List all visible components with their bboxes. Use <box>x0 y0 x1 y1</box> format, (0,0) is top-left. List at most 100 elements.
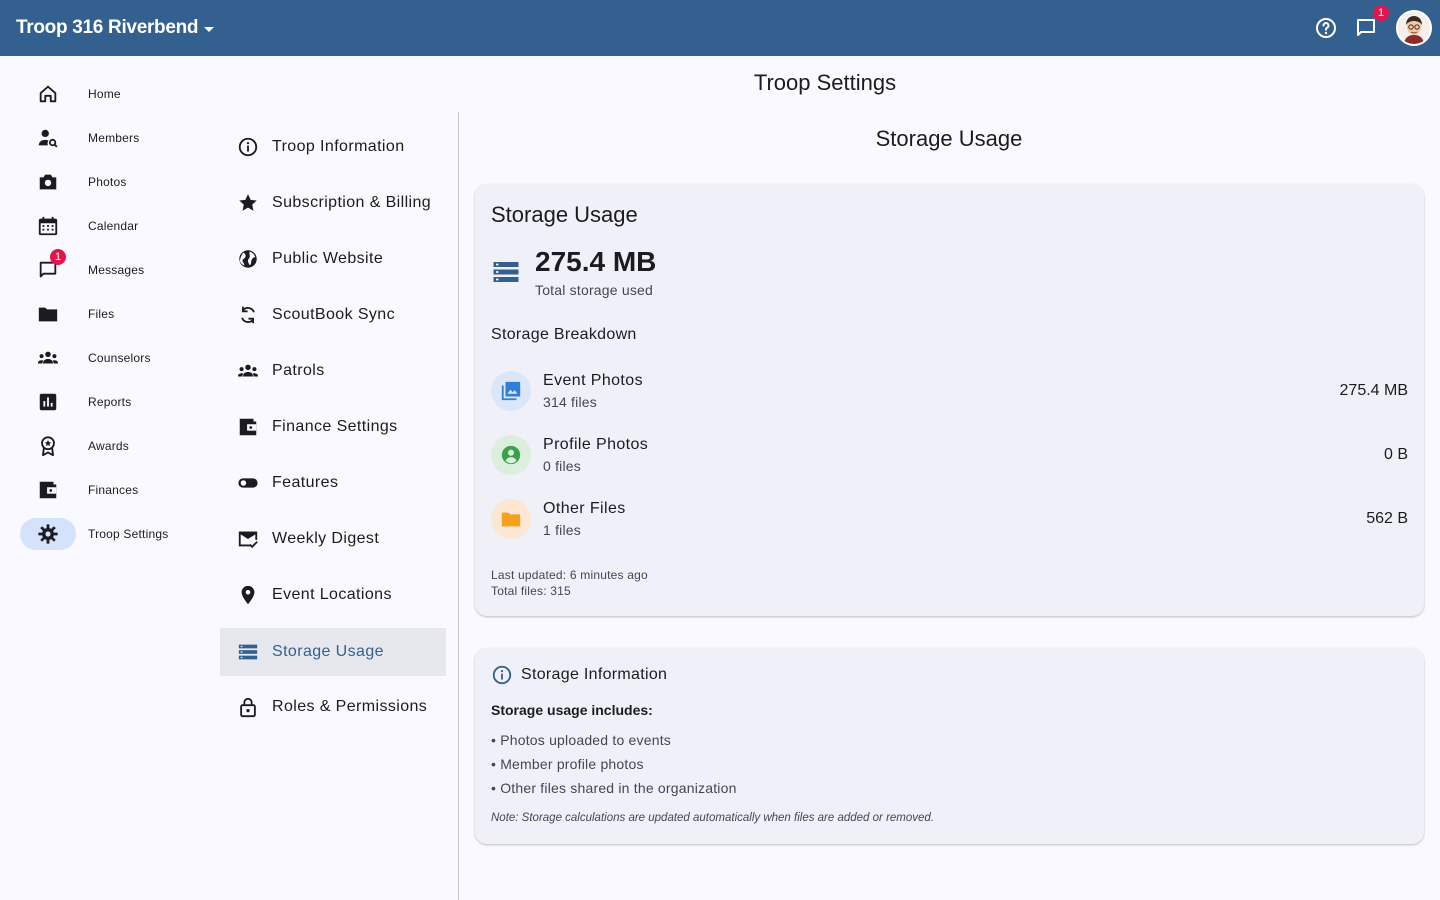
location-pin-icon <box>241 585 255 605</box>
rail-item-home[interactable]: Home <box>20 78 210 110</box>
submenu-label: Storage Usage <box>272 643 384 660</box>
info-title: Storage Information <box>521 666 668 683</box>
submenu-label: Weekly Digest <box>272 530 380 547</box>
submenu-item-finance-settings[interactable]: Finance Settings <box>220 403 446 451</box>
breakdown-size: 275.4 MB <box>1339 382 1408 399</box>
breakdown-row-profile-photos: Profile Photos 0 files 0 B <box>491 431 1408 479</box>
info-note: Note: Storage calculations are updated a… <box>491 812 935 824</box>
info-bullet: • Member profile photos <box>491 756 644 772</box>
rail-label: Awards <box>88 439 129 453</box>
submenu-item-event-locations[interactable]: Event Locations <box>220 571 446 619</box>
storage-information-card: Storage Information Storage usage includ… <box>475 648 1424 844</box>
help-icon <box>1316 18 1336 38</box>
rail-label: Members <box>88 131 140 145</box>
folder-icon <box>501 512 521 527</box>
bar-chart-icon <box>39 393 57 411</box>
storage-icon <box>493 262 519 282</box>
total-files: Total files: 315 <box>491 584 571 598</box>
rail-label: Calendar <box>88 219 139 233</box>
rail-item-files[interactable]: Files <box>20 298 210 330</box>
globe-icon <box>239 250 257 268</box>
submenu-item-public-website[interactable]: Public Website <box>220 235 446 283</box>
rail-label: Home <box>88 87 121 101</box>
submenu-item-features[interactable]: Features <box>220 459 446 507</box>
submenu-item-roles-permissions[interactable]: Roles & Permissions <box>220 683 446 731</box>
account-circle-icon <box>501 445 521 465</box>
rail-item-reports[interactable]: Reports <box>20 386 210 418</box>
submenu-label: Patrols <box>272 362 325 379</box>
submenu-label: Public Website <box>272 250 384 267</box>
breakdown-name: Other Files <box>543 500 626 517</box>
info-icon <box>238 137 258 157</box>
submenu-label: Finance Settings <box>272 418 398 435</box>
sync-icon <box>241 306 255 324</box>
rail-item-counselors[interactable]: Counselors <box>20 342 210 374</box>
rail-label: Photos <box>88 175 127 189</box>
breakdown-size: 0 B <box>1383 446 1408 463</box>
rail-label: Finances <box>88 483 139 497</box>
submenu-item-patrols[interactable]: Patrols <box>220 347 446 395</box>
info-icon <box>492 665 512 685</box>
submenu-label: ScoutBook Sync <box>272 306 395 323</box>
avatar-face-icon <box>1398 12 1430 44</box>
photo-library-icon <box>501 381 521 401</box>
gear-icon <box>38 524 58 544</box>
user-avatar[interactable] <box>1396 10 1432 46</box>
submenu-item-troop-information[interactable]: Troop Information <box>220 123 446 171</box>
lock-icon <box>240 697 256 718</box>
rail-item-awards[interactable]: Awards <box>20 430 210 462</box>
rail-item-calendar[interactable]: Calendar <box>20 210 210 242</box>
submenu-label: Features <box>272 474 339 491</box>
info-subtitle: Storage usage includes: <box>491 702 653 718</box>
vertical-divider <box>458 112 459 900</box>
org-name: Troop 316 Riverbend <box>16 17 199 38</box>
rail-label: Troop Settings <box>88 527 169 541</box>
rail-label: Counselors <box>88 351 151 365</box>
breakdown-title: Storage Breakdown <box>491 326 637 343</box>
star-icon <box>239 194 257 211</box>
rail-item-troop-settings[interactable]: Troop Settings <box>20 518 210 550</box>
org-switcher[interactable]: Troop 316 Riverbend <box>16 17 215 39</box>
total-storage-caption: Total storage used <box>535 282 654 298</box>
toggle-icon <box>238 478 258 488</box>
rail-item-finances[interactable]: Finances <box>20 474 210 506</box>
submenu-item-subscription-billing[interactable]: Subscription & Billing <box>220 179 446 227</box>
groups-icon <box>37 351 59 364</box>
messages-badge: 1 <box>50 249 66 265</box>
rail-label: Reports <box>88 395 132 409</box>
submenu-label: Event Locations <box>272 586 392 603</box>
rail-label: Messages <box>88 263 145 277</box>
top-app-bar: Troop 316 Riverbend 1 <box>0 0 1440 56</box>
breakdown-name: Profile Photos <box>543 436 649 453</box>
total-storage: 275.4 MB Total storage used <box>491 246 656 298</box>
messages-badge: 1 <box>1373 5 1389 21</box>
submenu-item-weekly-digest[interactable]: Weekly Digest <box>220 515 446 563</box>
submenu-label: Subscription & Billing <box>272 194 432 211</box>
folder-icon <box>38 307 58 322</box>
breakdown-row-event-photos: Event Photos 314 files 275.4 MB <box>491 367 1408 415</box>
home-icon <box>39 85 57 103</box>
storage-usage-card: Storage Usage 275.4 MB Total storage use… <box>475 184 1424 616</box>
info-bullet: • Other files shared in the organization <box>491 780 737 796</box>
submenu-label: Troop Information <box>272 138 405 155</box>
messages-button[interactable]: 1 <box>1350 5 1389 44</box>
breakdown-size: 562 B <box>1366 510 1408 527</box>
last-updated: Last updated: 6 minutes ago <box>491 568 648 582</box>
help-button[interactable] <box>1310 12 1342 44</box>
breakdown-count: 314 files <box>543 394 597 410</box>
submenu-label: Roles & Permissions <box>272 698 428 715</box>
mail-check-icon <box>238 531 258 549</box>
rail-item-photos[interactable]: Photos <box>20 166 210 198</box>
rail-label: Files <box>88 307 115 321</box>
rail-item-members[interactable]: Members <box>20 122 210 154</box>
camera-icon <box>39 174 57 190</box>
submenu-item-scoutbook-sync[interactable]: ScoutBook Sync <box>220 291 446 339</box>
storage-icon <box>238 644 258 660</box>
submenu-item-storage-usage[interactable]: Storage Usage <box>220 628 446 676</box>
breakdown-name: Event Photos <box>543 372 643 389</box>
award-icon <box>41 436 55 457</box>
rail-item-messages[interactable]: 1 Messages <box>20 249 210 286</box>
breakdown-count: 1 files <box>543 522 581 538</box>
caret-down-icon <box>204 26 215 32</box>
total-storage-value: 275.4 MB <box>535 246 657 277</box>
